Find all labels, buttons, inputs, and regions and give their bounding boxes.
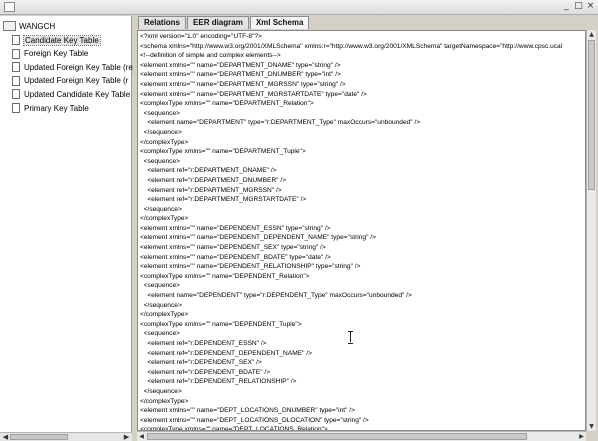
scroll-down-arrow-icon[interactable]: ▼ <box>587 422 596 431</box>
scroll-thumb[interactable] <box>588 40 595 190</box>
code-line: <element ref="r:DEPARTMENT_MGRSSN" /> <box>140 186 282 194</box>
code-line: <element ref="r:DEPARTMENT_DNAME" /> <box>140 167 277 175</box>
tree-item-label: Foreign Key Table <box>24 49 89 59</box>
tab-bar: Relations EER diagram Xml Schema <box>138 16 310 29</box>
minimize-button[interactable]: _ <box>561 1 572 13</box>
code-line: <complexType xmlns="" name="DEPENDENT_Tu… <box>140 320 302 328</box>
code-line: <element ref="r:DEPENDENT_SEX" /> <box>140 359 262 367</box>
code-line: <element ref="r:DEPARTMENT_DNUMBER" /> <box>140 176 287 184</box>
code-line: <sequence> <box>140 109 180 117</box>
code-line: </complexType> <box>140 215 189 223</box>
code-line: <element ref="r:DEPARTMENT_MGRSTARTDATE"… <box>140 196 307 204</box>
code-line: </complexType> <box>140 311 189 319</box>
scroll-thumb[interactable] <box>10 434 68 440</box>
tree-item-label: Updated Candidate Key Table <box>24 89 131 99</box>
tab-xml-schema[interactable]: Xml Schema <box>249 16 310 29</box>
code-line: </complexType> <box>140 138 189 146</box>
editor-horizontal-scrollbar[interactable]: ◀ ▶ <box>137 431 586 441</box>
code-line: <?xml version="1.0" encoding="UTF-8"?> <box>140 33 262 40</box>
document-icon <box>12 103 20 113</box>
tree-item[interactable]: Updated Candidate Key Table <box>12 88 130 100</box>
code-line: <element xmlns="" name="DEPENDENT_ESSN" … <box>140 224 331 232</box>
tree-horizontal-scrollbar[interactable]: ◀ ▶ <box>0 432 132 441</box>
code-line: <element ref="r:DEPENDENT_BDATE" /> <box>140 368 271 376</box>
code-line: <element ref="r:DEPENDENT_DEPENDENT_NAME… <box>140 349 312 357</box>
xml-schema-editor[interactable]: <?xml version="1.0" encoding="UTF-8"?> <s… <box>137 30 586 431</box>
scroll-left-arrow-icon[interactable]: ◀ <box>137 432 146 441</box>
code-line: <element xmlns="" name="DEPENDENT_SEX" t… <box>140 244 326 252</box>
code-line: </sequence> <box>140 205 182 213</box>
code-line: <element xmlns="" name="DEPT_LOCATIONS_D… <box>140 416 369 424</box>
scroll-right-arrow-icon[interactable]: ▶ <box>122 433 131 441</box>
code-line: <element xmlns="" name="DEPARTMENT_DNUMB… <box>140 71 341 79</box>
title-bar: _ □ × <box>0 0 598 15</box>
code-line: <element name="DEPARTMENT" type="r:DEPAR… <box>140 119 421 127</box>
code-line: <element xmlns="" name="DEPENDENT_BDATE"… <box>140 253 331 261</box>
code-line: <complexType xmlns="" name="DEPARTMENT_T… <box>140 148 306 156</box>
code-line: <schema xmlns="http://www.w3.org/2001/XM… <box>140 42 563 50</box>
scroll-left-arrow-icon[interactable]: ◀ <box>1 433 10 441</box>
schema-tree-panel: WANGCH Candidate Key Table Foreign Key Ta… <box>0 16 133 441</box>
scroll-thumb[interactable] <box>147 433 527 440</box>
text-cursor-icon <box>348 331 353 344</box>
document-icon <box>12 48 20 59</box>
code-line: <element name="DEPENDENT" type="r:DEPEND… <box>140 292 412 300</box>
window-controls: _ □ × <box>561 1 596 13</box>
code-line: </sequence> <box>140 301 182 309</box>
code-line: <element xmlns="" name="DEPENDENT_RELATI… <box>140 263 361 271</box>
code-line: <element xmlns="" name="DEPARTMENT_MGRST… <box>140 90 367 98</box>
tree-root-label: WANGCH <box>19 21 56 31</box>
scroll-right-arrow-icon[interactable]: ▶ <box>577 432 586 441</box>
code-line: </complexType> <box>140 397 189 405</box>
tree-item-label: Candidate Key Table <box>23 34 101 46</box>
code-line: <element xmlns="" name="DEPARTMENT_MGRSS… <box>140 80 346 88</box>
code-line: <element xmlns="" name="DEPT_LOCATIONS_D… <box>140 407 355 415</box>
code-line: </sequence> <box>140 387 182 395</box>
tab-eer-diagram[interactable]: EER diagram <box>187 16 249 29</box>
tab-relations[interactable]: Relations <box>138 16 187 29</box>
tree-item[interactable]: Foreign Key Table <box>12 48 88 60</box>
code-line: <element ref="r:DEPENDENT_RELATIONSHIP" … <box>140 378 297 386</box>
code-line: <sequence> <box>140 157 180 165</box>
code-line: <element xmlns="" name="DEPENDENT_DEPEND… <box>140 234 376 242</box>
editor-vertical-scrollbar[interactable]: ▲ ▼ <box>586 30 596 431</box>
tree-root[interactable]: WANGCH <box>3 21 55 31</box>
tree-item[interactable]: Candidate Key Table <box>12 34 101 46</box>
scroll-up-arrow-icon[interactable]: ▲ <box>587 30 596 39</box>
code-line: <element xmlns="" name="DEPARTMENT_DNAME… <box>140 61 341 69</box>
tree-item-label: Updated Foreign Key Table (r <box>24 76 129 86</box>
tree-item[interactable]: Updated Foreign Key Table (re <box>12 61 133 73</box>
code-line: </sequence> <box>140 128 182 136</box>
close-button[interactable]: × <box>585 1 596 13</box>
code-line: <!--definition of simple and complex ele… <box>140 52 281 60</box>
tree-item[interactable]: Updated Foreign Key Table (r <box>12 75 128 87</box>
tree-item-label: Updated Foreign Key Table (re <box>24 62 133 72</box>
maximize-button[interactable]: □ <box>573 1 584 13</box>
document-icon <box>12 62 20 73</box>
tree-item[interactable]: Primary Key Table <box>12 102 89 114</box>
code-line: <sequence> <box>140 282 180 290</box>
folder-icon <box>3 21 16 31</box>
document-icon <box>12 89 20 100</box>
tree-item-label: Primary Key Table <box>24 103 89 113</box>
app-icon <box>4 2 15 12</box>
document-icon <box>12 75 20 86</box>
code-line: <complexType xmlns="" name="DEPARTMENT_R… <box>140 100 314 108</box>
code-line: <complexType xmlns="" name="DEPENDENT_Re… <box>140 272 310 280</box>
document-icon <box>12 35 20 45</box>
